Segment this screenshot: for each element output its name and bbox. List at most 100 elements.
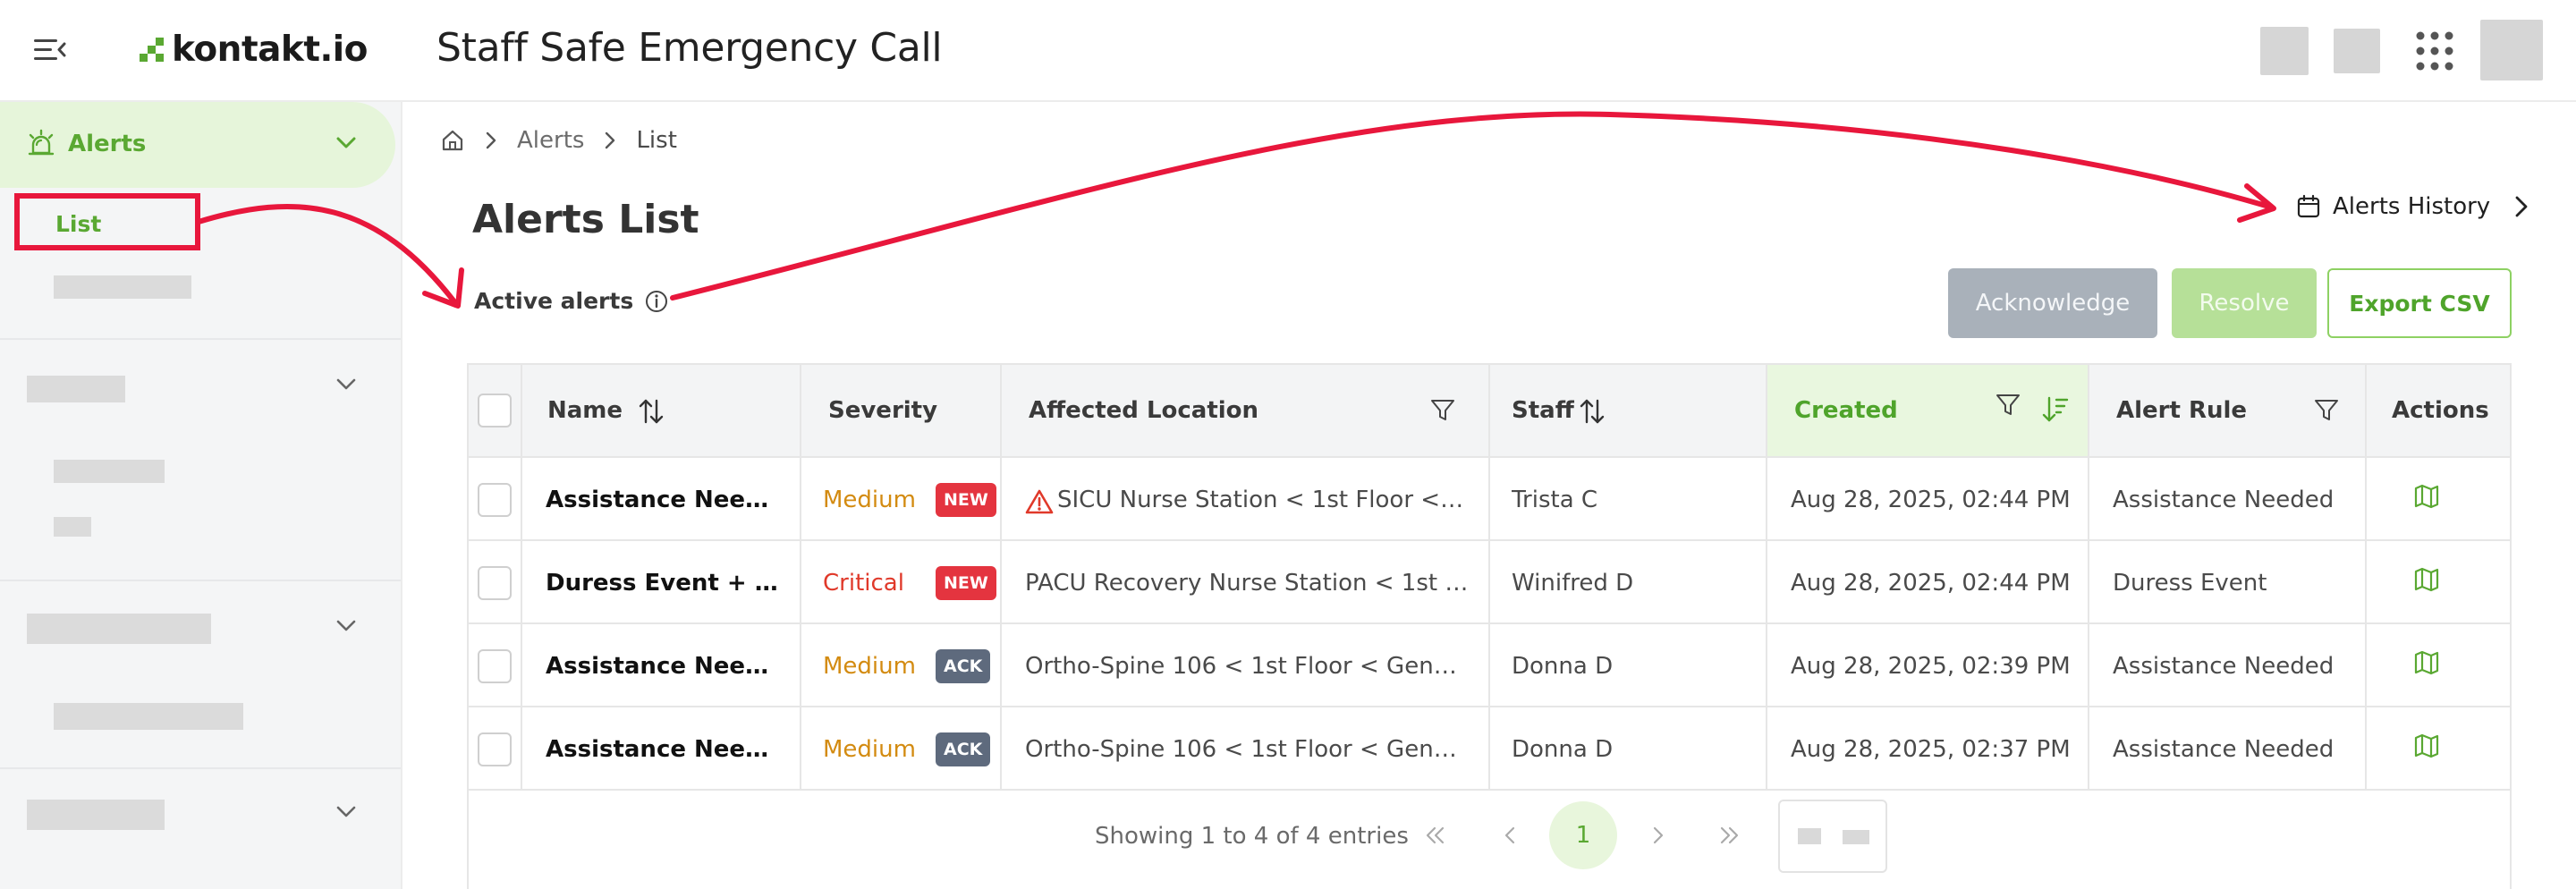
export-csv-button[interactable]: Export CSV — [2327, 268, 2512, 338]
avatar[interactable] — [2480, 20, 2543, 80]
row-location-cell: Ortho-Spine 106 < 1st Floor < General ..… — [1002, 624, 1490, 706]
alert-rule: Assistance Needed — [2113, 653, 2334, 680]
sidebar-subitem-placeholder[interactable] — [54, 517, 91, 537]
logo-text: kontakt.io — [172, 29, 368, 70]
chevron-down-icon[interactable] — [333, 612, 360, 639]
table-row[interactable]: Assistance Neede... Medium NEW SICU Nurse S… — [469, 458, 2510, 541]
row-checkbox[interactable] — [478, 649, 512, 683]
sidebar-divider — [0, 767, 401, 769]
created-time: Aug 28, 2025, 02:44 PM — [1791, 487, 2071, 513]
row-severity-cell: Critical NEW — [801, 541, 1002, 622]
select-all-checkbox[interactable] — [478, 394, 512, 428]
info-icon[interactable] — [644, 289, 669, 314]
row-actions-cell — [2367, 541, 2510, 622]
first-page-icon[interactable] — [1417, 816, 1453, 855]
section-label-text: Active alerts — [474, 288, 634, 314]
sidebar-subitem-placeholder[interactable] — [54, 275, 191, 299]
row-rule-cell: Assistance Needed — [2089, 707, 2367, 789]
page-size-placeholder — [1843, 830, 1869, 844]
header-alert-rule[interactable]: Alert Rule — [2089, 365, 2367, 456]
active-alerts-label: Active alerts — [474, 288, 669, 314]
staff-name: Trista C — [1512, 487, 1598, 513]
header-created-label: Created — [1794, 397, 1898, 424]
filter-icon[interactable] — [1429, 397, 1456, 424]
map-icon[interactable] — [2413, 483, 2440, 510]
chevron-down-icon[interactable] — [333, 370, 360, 397]
last-page-icon[interactable] — [1712, 816, 1748, 855]
row-name-cell: Assistance Neede... — [522, 624, 801, 706]
sidebar-subitem-placeholder[interactable] — [54, 460, 165, 483]
map-icon[interactable] — [2413, 732, 2440, 759]
filter-icon[interactable] — [1995, 392, 2021, 419]
map-icon[interactable] — [2413, 649, 2440, 676]
logo-mark-icon — [140, 38, 164, 62]
row-checkbox[interactable] — [478, 483, 512, 517]
table-row[interactable]: Assistance Neede... Medium ACK Ortho-Spine … — [469, 707, 2510, 791]
table-row[interactable]: Duress Event + #n... Critical NEW PACU Reco… — [469, 541, 2510, 624]
sort-icon[interactable] — [1578, 397, 1606, 426]
row-select-cell — [469, 458, 522, 539]
pagination-summary: Showing 1 to 4 of 4 entries — [1095, 823, 1409, 850]
sort-icon[interactable] — [637, 397, 665, 426]
severity-text: Medium — [823, 736, 916, 763]
alert-name: Duress Event + #n... — [546, 570, 778, 597]
chevron-right-icon — [2515, 196, 2528, 217]
row-severity-cell: Medium ACK — [801, 624, 1002, 706]
header-staff[interactable]: Staff — [1490, 365, 1767, 456]
row-created-cell: Aug 28, 2025, 02:44 PM — [1767, 541, 2089, 622]
created-time: Aug 28, 2025, 02:39 PM — [1791, 653, 2071, 680]
page-title: Alerts List — [472, 197, 699, 242]
created-time: Aug 28, 2025, 02:37 PM — [1791, 736, 2071, 763]
sidebar-subitem-list[interactable]: List — [14, 193, 200, 250]
sidebar-section-placeholder[interactable] — [27, 376, 125, 402]
home-icon[interactable] — [440, 128, 465, 153]
logo[interactable]: kontakt.io — [138, 27, 368, 72]
next-page-icon[interactable] — [1640, 816, 1676, 855]
acknowledge-button[interactable]: Acknowledge — [1948, 268, 2157, 338]
row-actions-cell — [2367, 707, 2510, 789]
header-affected-location[interactable]: Affected Location — [1002, 365, 1490, 456]
header-severity[interactable]: Severity — [801, 365, 1002, 456]
page-1-button[interactable]: 1 — [1549, 801, 1617, 869]
filter-icon[interactable] — [2313, 397, 2340, 424]
top-bar: kontakt.io Staff Safe Emergency Call — [0, 0, 2576, 102]
breadcrumb-alerts[interactable]: Alerts — [517, 127, 584, 154]
alert-rule: Assistance Needed — [2113, 736, 2334, 763]
sidebar-section-placeholder[interactable] — [27, 614, 211, 644]
row-actions-cell — [2367, 458, 2510, 539]
row-created-cell: Aug 28, 2025, 02:44 PM — [1767, 458, 2089, 539]
row-staff-cell: Donna D — [1490, 624, 1767, 706]
row-staff-cell: Winifred D — [1490, 541, 1767, 622]
sort-desc-icon[interactable] — [2041, 395, 2070, 424]
header-severity-label: Severity — [828, 397, 938, 424]
prev-page-icon[interactable] — [1492, 816, 1528, 855]
sidebar-section-placeholder[interactable] — [27, 800, 165, 830]
chevron-down-icon[interactable] — [333, 798, 360, 825]
row-checkbox[interactable] — [478, 732, 512, 766]
alerts-table: Name Severity Affected Location Staff Cr… — [467, 363, 2512, 889]
sidebar-item-alerts[interactable]: Alerts — [0, 102, 395, 188]
status-badge: NEW — [936, 566, 996, 600]
table-row[interactable]: Assistance Neede... Medium ACK Ortho-Spine … — [469, 624, 2510, 707]
sidebar-subitem-placeholder[interactable] — [54, 703, 243, 730]
sidebar-divider — [0, 338, 401, 340]
staff-name: Winifred D — [1512, 570, 1634, 597]
toolbar-placeholder-1[interactable] — [2260, 27, 2309, 75]
severity-text: Medium — [823, 653, 916, 680]
row-staff-cell: Trista C — [1490, 458, 1767, 539]
header-name[interactable]: Name — [522, 365, 801, 456]
alerts-history-link[interactable]: Alerts History — [2297, 193, 2533, 220]
header-created[interactable]: Created — [1767, 365, 2089, 456]
map-icon[interactable] — [2413, 566, 2440, 593]
menu-collapse-icon[interactable] — [32, 36, 66, 64]
row-select-cell — [469, 624, 522, 706]
row-actions-cell — [2367, 624, 2510, 706]
toolbar-placeholder-2[interactable] — [2334, 29, 2380, 73]
header-actions-label: Actions — [2392, 397, 2489, 424]
resolve-button[interactable]: Resolve — [2172, 268, 2317, 338]
row-name-cell: Duress Event + #n... — [522, 541, 801, 622]
row-checkbox[interactable] — [478, 566, 512, 600]
page-size-select[interactable] — [1778, 800, 1887, 873]
breadcrumb: Alerts List — [440, 125, 677, 156]
apps-grid-icon[interactable] — [2413, 29, 2456, 73]
